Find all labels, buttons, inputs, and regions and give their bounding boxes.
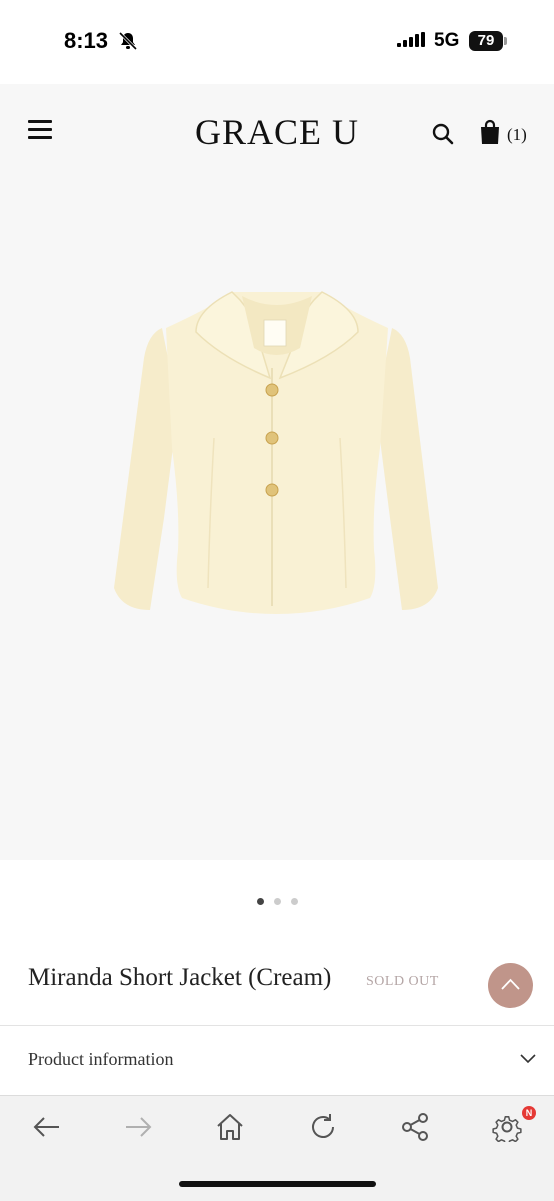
- cellular-signal-icon: [397, 32, 425, 47]
- sold-out-badge: SOLD OUT: [366, 974, 439, 989]
- chevron-down-icon: [520, 1054, 536, 1064]
- back-arrow-icon[interactable]: [32, 1112, 62, 1142]
- bell-muted-icon: [118, 31, 138, 51]
- forward-arrow-icon[interactable]: [123, 1112, 153, 1142]
- cart-count[interactable]: (1): [507, 125, 527, 145]
- notification-badge: N: [522, 1106, 536, 1120]
- carousel-dot[interactable]: [256, 898, 264, 905]
- status-time: 8:13: [64, 28, 109, 53]
- home-icon[interactable]: [215, 1112, 245, 1142]
- brand-logo[interactable]: GRACE U: [0, 111, 554, 153]
- home-indicator: [179, 1181, 376, 1187]
- battery-icon: 79: [469, 31, 503, 51]
- battery-cap: [504, 37, 507, 45]
- site-header: GRACE U (1): [0, 84, 554, 180]
- product-title: Miranda Short Jacket (Cream): [28, 964, 332, 991]
- status-bar: 8:13 5G 79: [0, 0, 554, 84]
- scroll-to-top-button[interactable]: [488, 963, 533, 1008]
- settings-icon[interactable]: [492, 1112, 522, 1142]
- product-image-gallery[interactable]: [0, 180, 554, 860]
- carousel-dot[interactable]: [273, 898, 281, 905]
- shopping-bag-icon[interactable]: [480, 119, 500, 145]
- share-icon[interactable]: [400, 1112, 430, 1142]
- carousel-dot[interactable]: [290, 898, 298, 905]
- search-icon[interactable]: [431, 122, 455, 146]
- reload-icon[interactable]: [308, 1112, 338, 1142]
- product-image: [114, 291, 438, 614]
- network-type: 5G: [434, 30, 460, 51]
- product-information-label: Product information: [28, 1049, 174, 1069]
- chevron-up-icon: [501, 978, 520, 990]
- product-information-accordion[interactable]: Product information: [0, 1026, 554, 1094]
- carousel-dots: [0, 892, 554, 910]
